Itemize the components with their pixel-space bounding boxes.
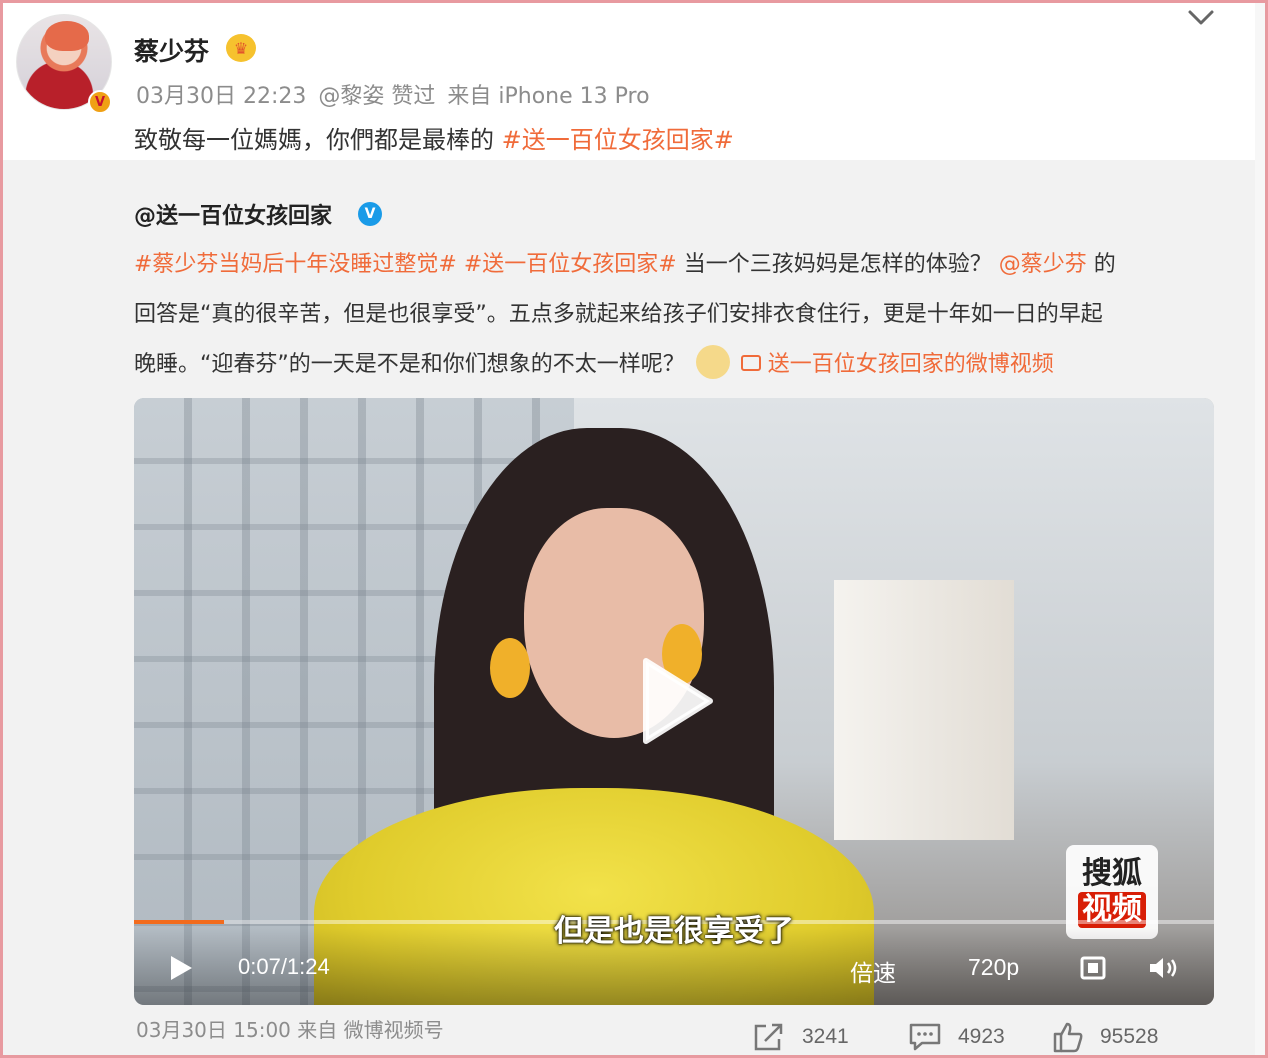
post-text: 致敬每一位媽媽，你們都是最棒的 #送一百位女孩回家# (134, 120, 734, 155)
play-icon[interactable] (168, 954, 194, 982)
volume-icon[interactable] (1148, 956, 1182, 980)
repost-footer-meta: 03月30日 15:00 来自 微博视频号 (136, 1014, 444, 1043)
thumbs-up-icon (1053, 1022, 1083, 1053)
video-player[interactable]: 搜狐 视频 但是也是很享受了 0:07/1:24 倍速 720p (134, 398, 1214, 1005)
video-subtitle: 但是也是很享受了 (554, 914, 794, 949)
video-earring (490, 638, 530, 698)
post-meta: 03月30日 22:23 @黎姿 赞过 来自 iPhone 13 Pro (136, 78, 662, 110)
speed-button[interactable]: 倍速 (850, 954, 896, 988)
quality-button[interactable]: 720p (968, 954, 1019, 981)
mention-link[interactable]: @蔡少芬 (999, 252, 1087, 277)
topic-link[interactable]: #蔡少芬当妈后十年没睡过整觉# (134, 252, 457, 277)
doge-emoji-icon (695, 345, 730, 379)
topic-link[interactable]: #送一百位女孩回家# (464, 252, 677, 277)
share-icon (754, 1023, 783, 1051)
text-span: 的 (1086, 252, 1116, 277)
video-link-icon[interactable] (740, 355, 761, 371)
liked-by-link[interactable]: @黎姿 赞过 (318, 84, 435, 109)
original-text-line-2: 回答是“真的很辛苦，但是也很享受”。五点多就起来给孩子们安排衣食住行，更是十年如… (134, 302, 1103, 327)
post-source: 来自 iPhone 13 Pro (447, 84, 650, 109)
topic-link[interactable]: #送一百位女孩回家# (502, 126, 734, 154)
original-text-line-1: #蔡少芬当妈后十年没睡过整觉# #送一百位女孩回家# 当一个三孩妈妈是怎样的体验… (134, 240, 1214, 290)
original-source: 来自 微博视频号 (297, 1018, 444, 1042)
share-count: 3241 (802, 1025, 849, 1048)
avatar-hair (45, 21, 89, 51)
original-time-link[interactable]: 03月30日 15:00 (136, 1018, 291, 1042)
comment-button[interactable]: 4923 (908, 1020, 1005, 1054)
fullscreen-icon[interactable] (1080, 956, 1106, 980)
text-span: 晚睡。“迎春芬”的一天是不是和你们想象的不太一样呢？ (134, 352, 685, 377)
share-button[interactable]: 3241 (752, 1020, 849, 1054)
video-time: 0:07/1:24 (238, 954, 330, 979)
play-icon[interactable] (636, 656, 716, 746)
post-text-body: 致敬每一位媽媽，你們都是最棒的 (134, 126, 502, 154)
original-post-text: #蔡少芬当妈后十年没睡过整觉# #送一百位女孩回家# 当一个三孩妈妈是怎样的体验… (134, 240, 1214, 390)
text-span: 当一个三孩妈妈是怎样的体验？ (676, 252, 992, 277)
video-link[interactable]: 送一百位女孩回家的微博视频 (768, 352, 1054, 377)
member-crown-icon[interactable]: ♛ (226, 34, 256, 62)
chevron-down-icon[interactable] (1186, 6, 1216, 30)
like-count: 95528 (1100, 1025, 1159, 1048)
watermark-top: 搜狐 (1082, 856, 1142, 891)
comment-count: 4923 (958, 1025, 1005, 1048)
original-author-link[interactable]: @送一百位女孩回家 (134, 198, 332, 230)
scrollbar-track[interactable] (1255, 3, 1265, 1055)
user-name-link[interactable]: 蔡少芬 (134, 32, 209, 68)
blue-verified-icon: V (358, 202, 382, 226)
comment-icon (909, 1023, 941, 1051)
original-text-line-3: 晚睡。“迎春芬”的一天是不是和你们想象的不太一样呢？ 送一百位女孩回家的微博视频 (134, 340, 1214, 390)
verified-badge-icon: V (88, 90, 112, 114)
post-time-link[interactable]: 03月30日 22:23 (136, 84, 306, 109)
like-button[interactable]: 95528 (1052, 1020, 1158, 1054)
video-lamp (834, 580, 1014, 840)
